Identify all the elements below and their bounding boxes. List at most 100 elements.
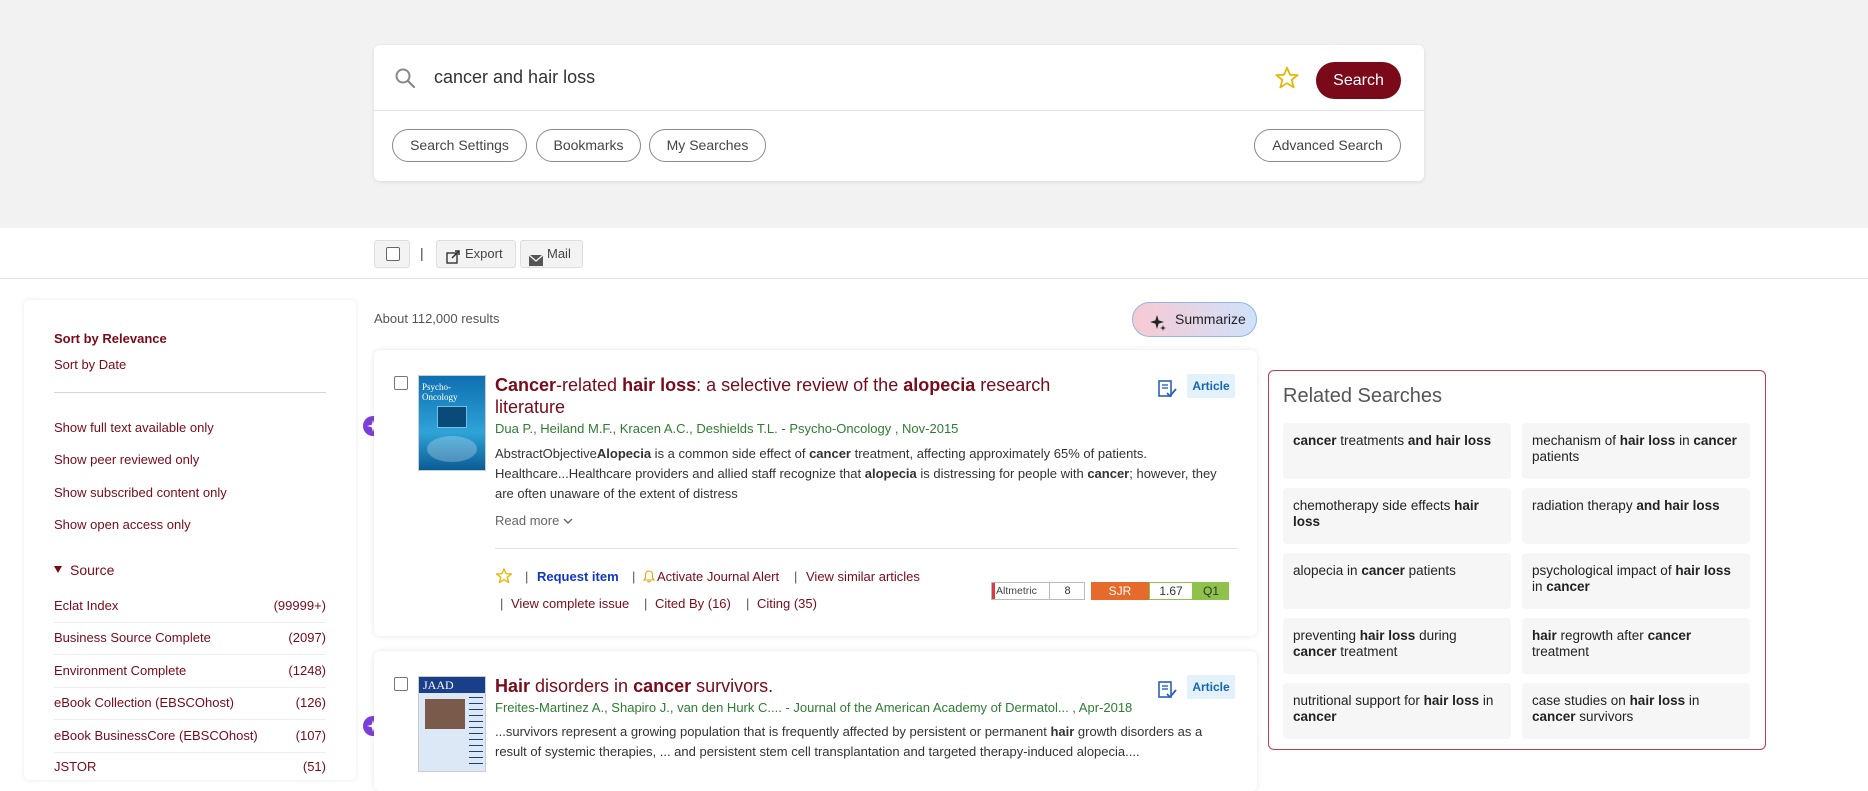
citing-link[interactable]: Citing (35) bbox=[757, 596, 817, 611]
activate-journal-alert-link[interactable]: Activate Journal Alert bbox=[657, 569, 779, 584]
related-search-item[interactable]: alopecia in cancer patients bbox=[1283, 553, 1511, 609]
result-authors[interactable]: Dua P., Heiland M.F., Kracen A.C., Deshi… bbox=[495, 421, 958, 436]
search-icon[interactable] bbox=[394, 67, 416, 89]
advanced-search-button[interactable]: Advanced Search bbox=[1254, 129, 1401, 162]
action-separator: | bbox=[746, 596, 750, 611]
action-separator: | bbox=[632, 569, 636, 584]
sort-by-relevance-link[interactable]: Sort by Relevance bbox=[54, 331, 167, 346]
request-item-link[interactable]: Request item bbox=[537, 569, 619, 584]
related-search-segment: cancer bbox=[1293, 433, 1337, 448]
sort-by-date-link[interactable]: Sort by Date bbox=[54, 357, 126, 372]
my-searches-button[interactable]: My Searches bbox=[649, 129, 766, 162]
result-abstract: ...survivors represent a growing populat… bbox=[495, 722, 1235, 762]
search-button[interactable]: Search bbox=[1316, 62, 1401, 99]
related-search-item[interactable]: case studies on hair loss in cancer surv… bbox=[1522, 683, 1750, 739]
related-search-segment: in bbox=[1532, 579, 1547, 594]
related-search-item[interactable]: radiation therapy and hair loss bbox=[1522, 488, 1750, 544]
filter-subscribed-link[interactable]: Show subscribed content only bbox=[54, 485, 227, 500]
source-item[interactable]: eBook BusinessCore (EBSCOhost) (107) bbox=[54, 728, 326, 746]
thumbnail-image bbox=[437, 406, 467, 428]
related-search-item[interactable]: mechanism of hair loss in cancer patient… bbox=[1522, 423, 1750, 479]
abstract-segment: Alopecia bbox=[596, 446, 652, 461]
abstract-segment: is a common side effect of bbox=[651, 446, 810, 461]
read-more-label: Read more bbox=[495, 513, 560, 528]
source-name: Environment Complete bbox=[54, 663, 187, 678]
source-item[interactable]: Eclat Index (99999+) bbox=[54, 598, 326, 616]
source-facet-header[interactable]: Source bbox=[54, 562, 114, 578]
journal-cover-thumbnail[interactable]: JAAD bbox=[418, 676, 486, 772]
star-icon[interactable] bbox=[495, 567, 513, 585]
related-search-segment: hair bbox=[1532, 628, 1557, 643]
related-search-segment: treatments bbox=[1336, 433, 1408, 448]
related-search-segment: and hair loss bbox=[1636, 498, 1720, 513]
result-checkbox[interactable] bbox=[394, 376, 408, 390]
cite-icon[interactable] bbox=[1156, 679, 1178, 701]
related-search-item[interactable]: cancer treatments and hair loss bbox=[1283, 423, 1511, 479]
result-authors[interactable]: Freites-Martinez A., Shapiro J., van den… bbox=[495, 700, 1132, 715]
source-count: (99999+) bbox=[273, 598, 326, 613]
source-divider bbox=[54, 687, 326, 688]
filter-full-text-link[interactable]: Show full text available only bbox=[54, 420, 214, 435]
export-button[interactable]: Export bbox=[436, 240, 516, 268]
source-divider bbox=[54, 752, 326, 753]
related-search-segment: in bbox=[1685, 693, 1700, 708]
related-search-segment: cancer bbox=[1647, 628, 1692, 643]
results-count: About 112,000 results bbox=[374, 311, 500, 326]
related-search-segment: case studies on bbox=[1532, 693, 1630, 708]
altmetric-badge[interactable]: Altmetric 8 bbox=[991, 582, 1085, 600]
source-item[interactable]: Business Source Complete (2097) bbox=[54, 630, 326, 648]
source-item[interactable]: JSTOR (51) bbox=[54, 759, 326, 777]
result-title-link[interactable]: Cancer-related hair loss: a selective re… bbox=[495, 374, 1115, 418]
mail-button[interactable]: Mail bbox=[520, 240, 583, 268]
source-count: (2097) bbox=[288, 630, 326, 645]
abstract-segment: AbstractObjective bbox=[495, 446, 597, 461]
quartile-badge: Q1 bbox=[1193, 582, 1229, 600]
altmetric-label: Altmetric bbox=[996, 585, 1037, 597]
bookmarks-button[interactable]: Bookmarks bbox=[536, 129, 641, 162]
result-checkbox[interactable] bbox=[394, 677, 408, 691]
title-segment: disorders in bbox=[530, 676, 634, 696]
filter-peer-reviewed-link[interactable]: Show peer reviewed only bbox=[54, 452, 199, 467]
related-search-segment: hair loss bbox=[1675, 563, 1731, 578]
related-searches-heading: Related Searches bbox=[1283, 385, 1442, 407]
result-card: JAAD Hair disorders in cancer survivors.… bbox=[374, 651, 1257, 791]
filter-open-access-link[interactable]: Show open access only bbox=[54, 517, 191, 532]
cited-by-link[interactable]: Cited By (16) bbox=[655, 596, 731, 611]
summarize-button[interactable]: Summarize bbox=[1132, 302, 1257, 337]
related-search-segment: hair loss bbox=[1619, 433, 1676, 448]
related-search-segment: patients bbox=[1532, 449, 1580, 464]
related-search-segment: and hair loss bbox=[1407, 433, 1492, 448]
related-search-segment: cancer bbox=[1361, 563, 1405, 578]
related-search-segment: in bbox=[1675, 433, 1694, 448]
read-more-link[interactable]: Read more bbox=[495, 513, 573, 528]
related-search-item[interactable]: preventing hair loss during cancer treat… bbox=[1283, 618, 1511, 674]
select-all-box[interactable] bbox=[374, 240, 410, 268]
related-search-item[interactable]: hair regrowth after cancer treatment bbox=[1522, 618, 1750, 674]
select-all-checkbox[interactable] bbox=[386, 247, 400, 261]
search-input[interactable] bbox=[434, 67, 1234, 88]
bookmark-star-icon[interactable] bbox=[1274, 65, 1300, 91]
view-complete-issue-link[interactable]: View complete issue bbox=[511, 596, 629, 611]
source-item[interactable]: Environment Complete (1248) bbox=[54, 663, 326, 681]
cite-icon[interactable] bbox=[1156, 378, 1178, 400]
sjr-badge[interactable]: SJR 1.67 Q1 bbox=[1091, 582, 1229, 600]
thumbnail-image bbox=[425, 699, 465, 729]
view-similar-articles-link[interactable]: View similar articles bbox=[806, 569, 920, 584]
type-badge: Article bbox=[1187, 374, 1235, 398]
related-search-item[interactable]: chemotherapy side effects hair loss bbox=[1283, 488, 1511, 544]
related-search-item[interactable]: psychological impact of hair loss in can… bbox=[1522, 553, 1750, 609]
related-search-item[interactable]: nutritional support for hair loss in can… bbox=[1283, 683, 1511, 739]
result-abstract: AbstractObjectiveAlopecia is a common si… bbox=[495, 444, 1235, 504]
related-search-segment: regrowth after bbox=[1556, 628, 1648, 643]
export-icon bbox=[446, 247, 460, 264]
search-settings-button[interactable]: Search Settings bbox=[392, 129, 527, 162]
related-search-segment: in bbox=[1479, 693, 1494, 708]
journal-cover-thumbnail[interactable]: Psycho-Oncology bbox=[418, 375, 486, 471]
result-title-link[interactable]: Hair disorders in cancer survivors. bbox=[495, 675, 1115, 697]
action-separator: | bbox=[644, 596, 648, 611]
related-search-segment: mechanism of bbox=[1532, 433, 1620, 448]
source-item[interactable]: eBook Collection (EBSCOhost) (126) bbox=[54, 695, 326, 713]
sparkle-icon bbox=[1149, 311, 1167, 331]
mail-icon bbox=[528, 249, 544, 266]
thumbnail-title: Psycho-Oncology bbox=[422, 382, 458, 402]
